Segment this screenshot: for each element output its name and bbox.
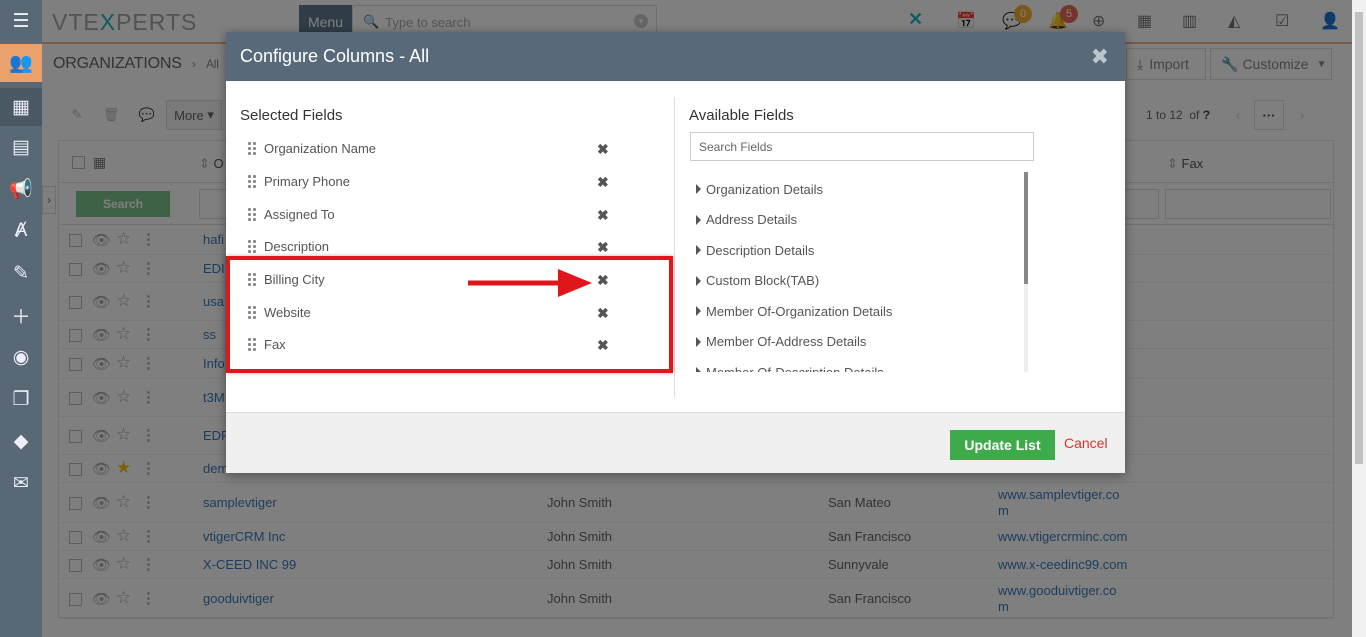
remove-field-icon[interactable]: ✖ — [597, 141, 609, 158]
page-scrollbar[interactable] — [1352, 0, 1366, 637]
caret-right-icon — [696, 275, 701, 286]
available-field-group[interactable]: Address Details — [696, 207, 1026, 233]
caret-right-icon — [696, 184, 701, 194]
selected-fields-title: Selected Fields — [240, 107, 343, 124]
caret-right-icon — [696, 336, 701, 347]
groups-icon[interactable]: 👥 — [0, 44, 42, 82]
drag-handle-icon[interactable] — [248, 141, 258, 155]
available-fields-scrollbar[interactable] — [1024, 172, 1028, 372]
megaphone-icon[interactable]: 📢 — [0, 170, 42, 208]
close-icon[interactable]: ✖ — [1091, 44, 1109, 70]
available-field-group[interactable]: Member Of-Address Details — [696, 329, 1026, 355]
caret-right-icon — [696, 214, 701, 225]
selected-field-item[interactable]: Organization Name ✖ — [248, 133, 638, 163]
road-icon[interactable]: Ⱥ — [0, 212, 42, 250]
caret-right-icon — [696, 306, 701, 316]
plus-icon[interactable]: ＋ — [0, 296, 42, 334]
edit-icon[interactable]: ✎ — [0, 254, 42, 292]
available-field-group[interactable]: Custom Block(TAB) — [696, 268, 1026, 294]
modal-title: Configure Columns - All — [240, 46, 430, 66]
available-field-group[interactable]: Description Details — [696, 237, 1026, 263]
configure-columns-modal: Configure Columns - All ✖ Selected Field… — [226, 32, 1125, 473]
hamburger-menu-icon[interactable]: ☰ — [0, 2, 42, 40]
diamond-icon[interactable]: ◆ — [0, 422, 42, 460]
update-list-button[interactable]: Update List — [950, 430, 1055, 460]
modal-footer: Update List Cancel — [226, 412, 1125, 473]
search-fields-input[interactable]: Search Fields — [690, 132, 1034, 161]
contact-card-icon[interactable]: ▤ — [0, 128, 42, 166]
caret-right-icon — [696, 367, 701, 372]
mail-settings-icon[interactable]: ✉ — [0, 464, 42, 502]
available-field-group[interactable]: Member Of-Description Details — [696, 359, 1026, 372]
available-field-group[interactable]: Member Of-Organization Details — [696, 298, 1026, 324]
available-fields-title: Available Fields — [689, 107, 794, 124]
selected-field-label: Organization Name — [264, 140, 376, 156]
left-sidebar: ☰ 👥 ▦ ▤ 📢 Ⱥ ✎ ＋ ◉ ❐ ◆ ✉ — [0, 0, 42, 637]
organization-building-icon[interactable]: ▦ — [0, 88, 42, 126]
modal-header: Configure Columns - All ✖ — [226, 32, 1125, 81]
annotation-arrow-icon — [468, 269, 592, 297]
documents-icon[interactable]: ❐ — [0, 380, 42, 418]
cancel-link[interactable]: Cancel — [1064, 435, 1108, 451]
rss-icon[interactable]: ◉ — [0, 338, 42, 376]
annotation-highlight-box — [226, 256, 673, 373]
available-field-group[interactable]: Organization Details — [696, 176, 1026, 202]
caret-right-icon — [696, 245, 701, 255]
